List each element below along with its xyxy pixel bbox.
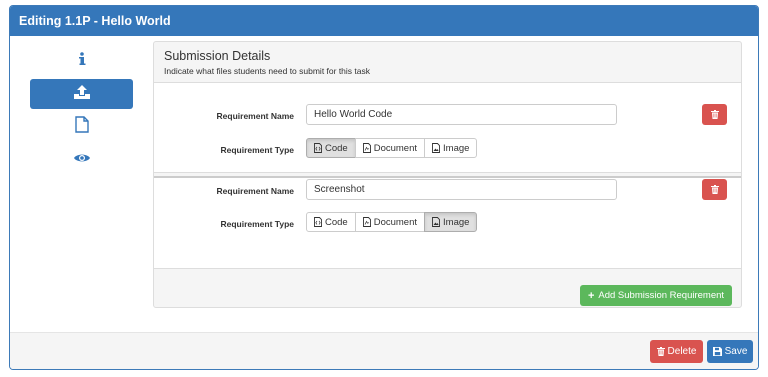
requirement-type-group: Code Document Image (306, 138, 478, 158)
trash-icon (710, 106, 719, 124)
modal-title: Editing 1.1P - Hello World (10, 6, 758, 36)
type-document-label: Document (373, 216, 418, 228)
file-code-icon (314, 143, 322, 153)
add-submission-requirement-button[interactable]: + Add Submission Requirement (580, 285, 732, 306)
type-code-label: Code (325, 216, 348, 228)
type-image-button[interactable]: Image (424, 212, 478, 232)
file-pdf-icon (362, 217, 371, 227)
requirement-row: Requirement Name Hello World Code Requir… (154, 82, 741, 173)
type-image-label: Image (443, 216, 470, 228)
requirement-type-label: Requirement Type (220, 145, 294, 155)
plus-icon: + (587, 289, 595, 302)
type-image-button[interactable]: Image (424, 138, 478, 158)
delete-label: Delete (667, 346, 697, 357)
sidebar (30, 46, 133, 178)
type-document-label: Document (373, 142, 418, 154)
type-image-label: Image (443, 142, 470, 154)
type-code-button[interactable]: Code (306, 138, 356, 158)
save-label: Save (724, 346, 748, 357)
eye-icon (73, 151, 91, 169)
submission-details-panel: Submission Details Indicate what files s… (153, 41, 742, 308)
panel-subtitle: Indicate what files students need to sub… (164, 66, 370, 76)
requirement-row: Requirement Name Screenshot Requirement … (154, 176, 741, 269)
file-pdf-icon (362, 143, 371, 153)
save-button[interactable]: Save (707, 340, 753, 363)
floppy-disk-icon (712, 347, 722, 356)
type-code-label: Code (325, 142, 348, 154)
requirement-name-label: Requirement Name (216, 111, 294, 121)
file-image-icon (432, 217, 440, 227)
sidebar-item-preview[interactable] (30, 145, 133, 175)
type-document-button[interactable]: Document (354, 212, 426, 232)
trash-icon (710, 181, 719, 199)
type-document-button[interactable]: Document (354, 138, 426, 158)
sidebar-item-info[interactable] (30, 46, 133, 76)
file-image-icon (432, 143, 440, 153)
upload-icon (73, 84, 90, 104)
edit-task-modal: Editing 1.1P - Hello World Submission De… (9, 5, 759, 370)
sidebar-item-upload[interactable] (30, 79, 133, 109)
add-requirement-label: Add Submission Requirement (598, 290, 725, 301)
file-code-icon (314, 217, 322, 227)
type-code-button[interactable]: Code (306, 212, 356, 232)
delete-requirement-button[interactable] (702, 104, 727, 125)
requirement-type-group: Code Document Image (306, 212, 478, 232)
requirement-name-input[interactable]: Hello World Code (306, 104, 617, 125)
info-icon (77, 51, 87, 71)
panel-heading: Submission Details Indicate what files s… (154, 42, 741, 82)
trash-icon (656, 347, 665, 356)
sidebar-item-file[interactable] (30, 112, 133, 142)
requirement-name-input[interactable]: Screenshot (306, 179, 617, 200)
file-icon (74, 116, 89, 138)
panel-title: Submission Details (164, 49, 271, 63)
delete-button[interactable]: Delete (650, 340, 703, 363)
requirement-type-label: Requirement Type (220, 219, 294, 229)
requirement-name-label: Requirement Name (216, 186, 294, 196)
modal-footer: Delete Save (10, 332, 758, 369)
delete-requirement-button[interactable] (702, 179, 727, 200)
